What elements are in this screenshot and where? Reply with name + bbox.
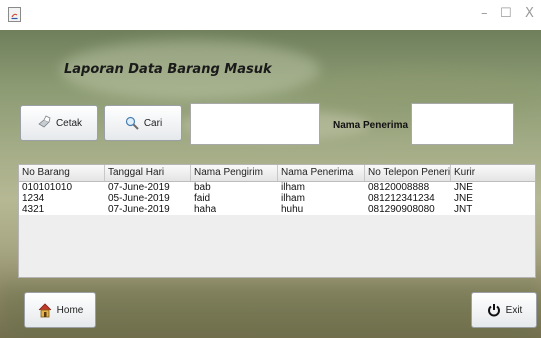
magnifier-icon: [125, 116, 139, 130]
table-cell: huhu: [281, 204, 304, 215]
table-row[interactable]: 1234 05-June-2019 faid ilham 08121234123…: [19, 193, 535, 204]
page-title: Laporan Data Barang Masuk: [64, 62, 272, 77]
cetak-button[interactable]: Cetak: [20, 105, 98, 141]
data-table: No Barang Tanggal Hari Nama Pengirim Nam…: [18, 164, 536, 278]
exit-label: Exit: [505, 304, 523, 316]
table-header: No Barang Tanggal Hari Nama Pengirim Nam…: [19, 165, 535, 182]
column-header[interactable]: Tanggal Hari: [105, 165, 191, 181]
column-header[interactable]: Nama Penerima: [278, 165, 365, 181]
home-label: Home: [56, 304, 84, 316]
nama-penerima-field[interactable]: [411, 103, 514, 145]
cari-label: Cari: [143, 117, 163, 129]
app-window: – ☐ X Laporan Data Barang Masuk Cetak Ca…: [0, 0, 541, 338]
table-cell: JNE: [454, 182, 473, 193]
minimize-button[interactable]: –: [481, 6, 488, 21]
search-input[interactable]: [190, 103, 320, 145]
table-cell: 08120008888: [368, 182, 430, 193]
main-panel: Laporan Data Barang Masuk Cetak Cari Nam…: [0, 30, 541, 338]
table-row[interactable]: 4321 07-June-2019 haha huhu 081290908080…: [19, 204, 535, 215]
title-bar: – ☐ X: [0, 0, 541, 30]
table-row[interactable]: 010101010 07-June-2019 bab ilham 0812000…: [19, 182, 535, 193]
printer-icon: [38, 115, 51, 128]
table-cell: 07-June-2019: [108, 182, 170, 193]
cetak-label: Cetak: [55, 117, 83, 129]
table-body: 010101010 07-June-2019 bab ilham 0812000…: [19, 182, 535, 215]
cari-button[interactable]: Cari: [104, 105, 182, 141]
table-cell: 010101010: [22, 182, 73, 193]
table-cell: ilham: [281, 182, 305, 193]
power-icon: [487, 304, 500, 317]
table-cell: 07-June-2019: [108, 204, 170, 215]
table-cell: 1234: [22, 193, 45, 204]
table-cell: ilham: [281, 193, 305, 204]
table-cell: 4321: [22, 204, 45, 215]
column-header[interactable]: No Barang: [19, 165, 105, 181]
table-cell: bab: [194, 182, 211, 193]
close-button[interactable]: X: [525, 6, 534, 21]
table-cell: 081212341234: [368, 193, 435, 204]
nama-penerima-label: Nama Penerima :: [333, 120, 415, 131]
column-header[interactable]: Kurir: [451, 165, 535, 181]
column-header[interactable]: No Telepon Penerima: [365, 165, 451, 181]
table-cell: JNE: [454, 193, 473, 204]
table-cell: 081290908080: [368, 204, 435, 215]
java-app-icon: [8, 7, 21, 22]
table-cell: JNT: [454, 204, 473, 215]
house-icon: [38, 303, 51, 318]
home-button[interactable]: Home: [24, 292, 96, 328]
exit-button[interactable]: Exit: [471, 292, 537, 328]
table-cell: haha: [194, 204, 217, 215]
column-header[interactable]: Nama Pengirim: [191, 165, 278, 181]
maximize-button[interactable]: ☐: [500, 6, 512, 21]
table-cell: 05-June-2019: [108, 193, 170, 204]
table-cell: faid: [194, 193, 211, 204]
